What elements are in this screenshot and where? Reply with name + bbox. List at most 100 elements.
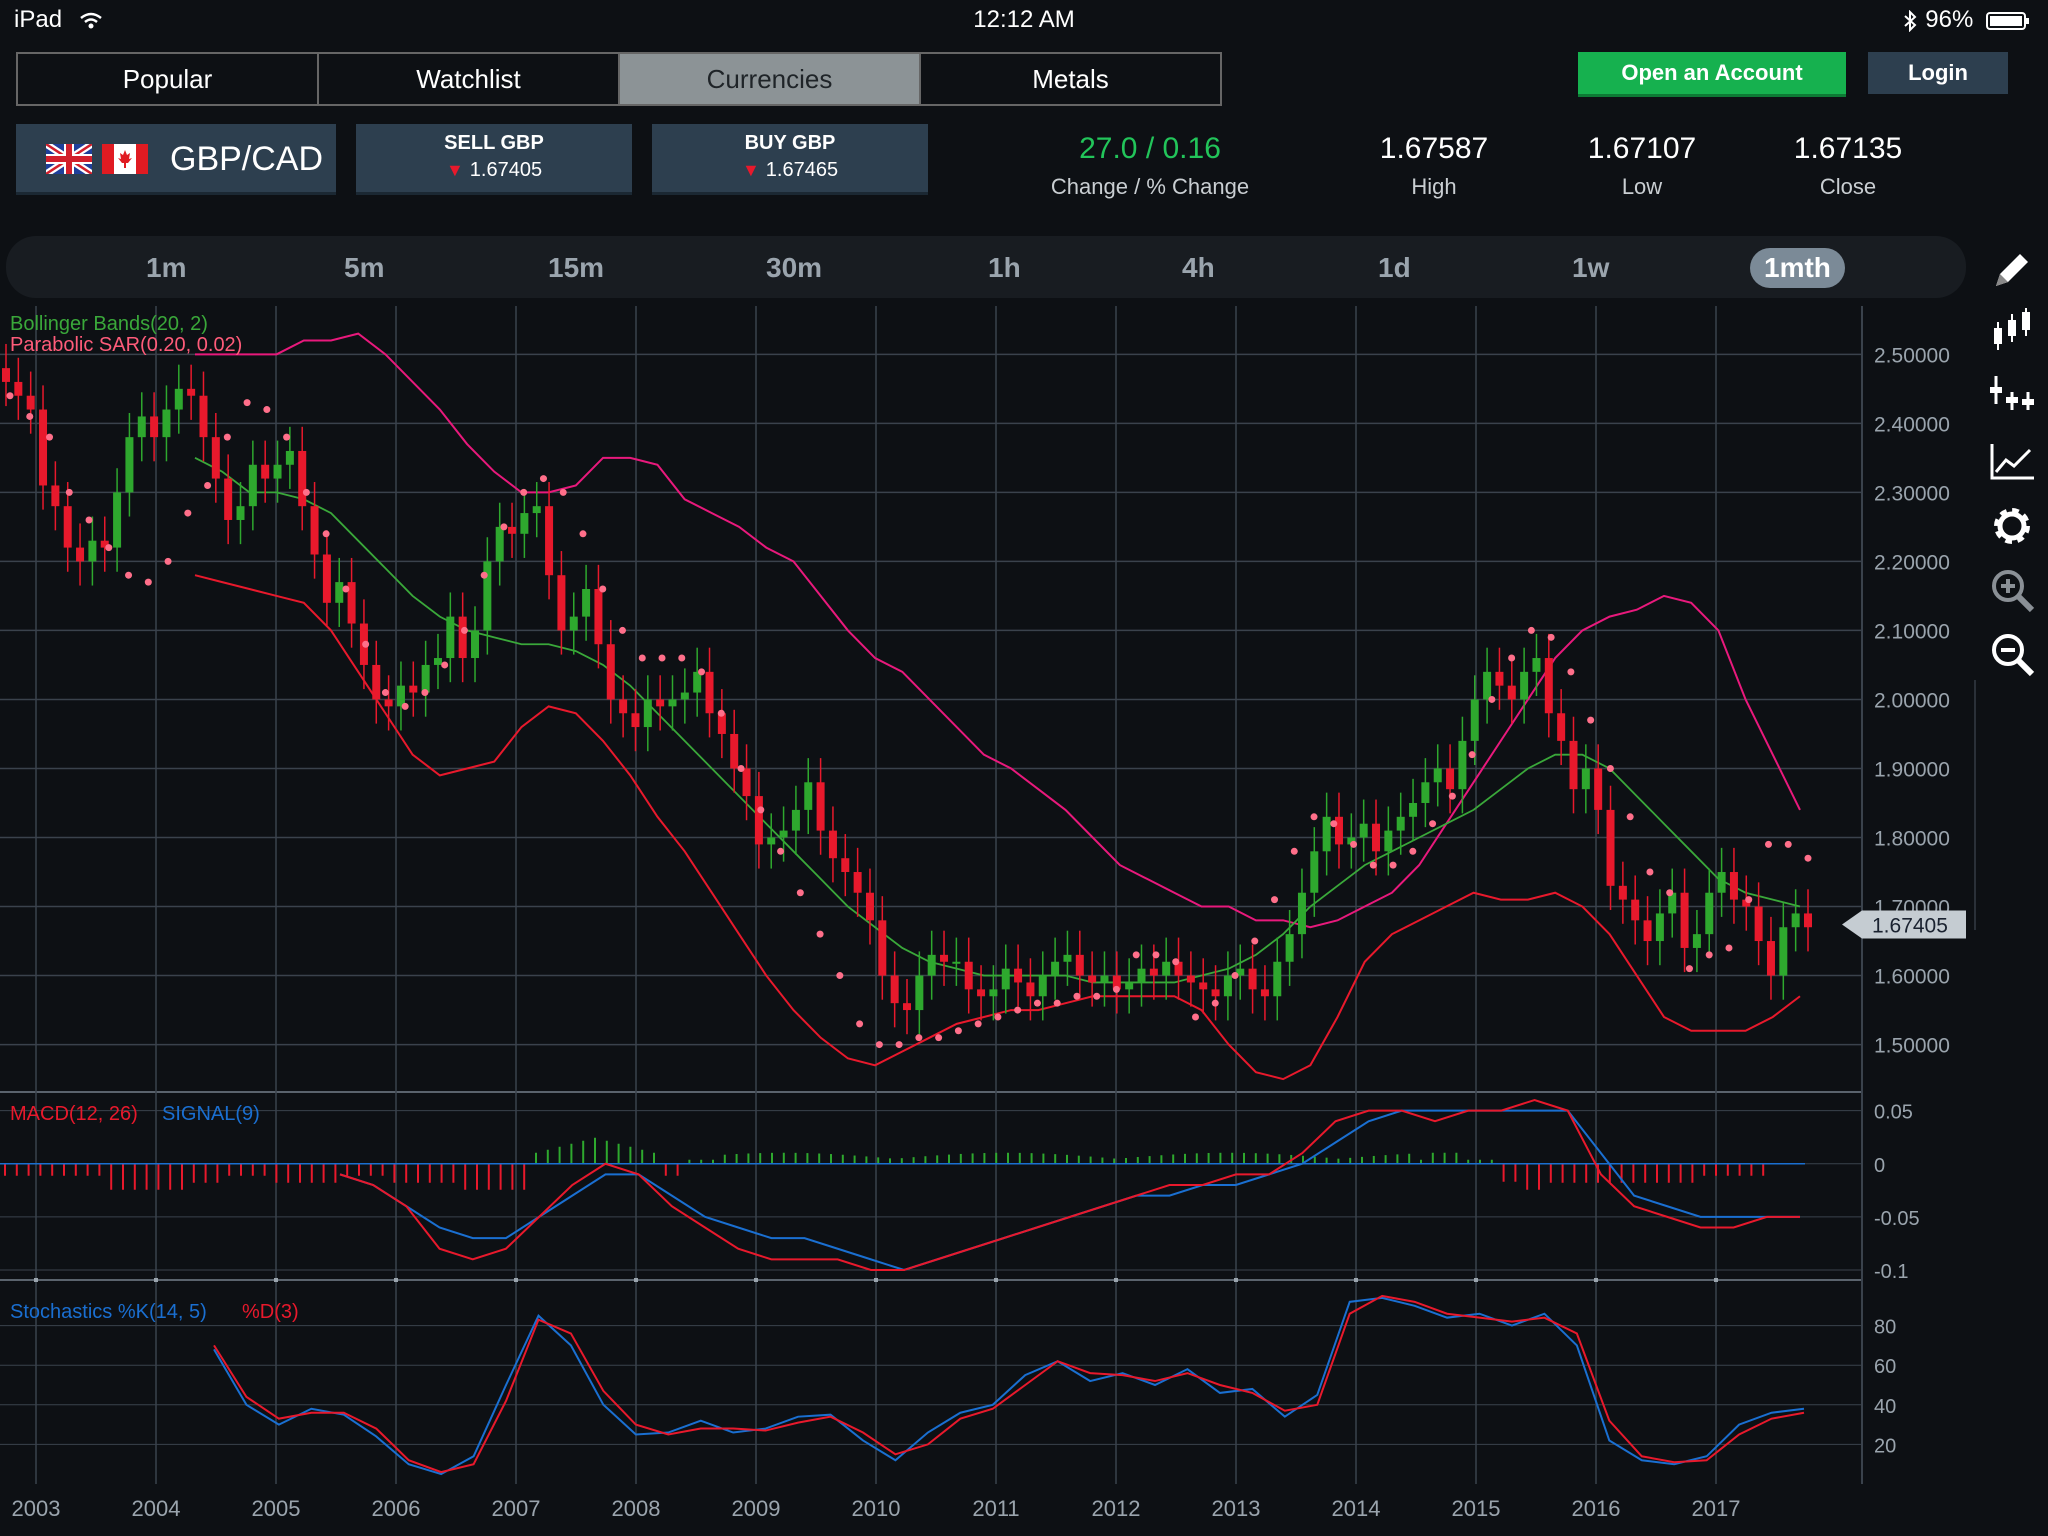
timeframe-15m[interactable]: 15m	[548, 248, 604, 288]
macd-histogram-bar	[428, 1163, 431, 1183]
sar-dot	[263, 406, 271, 414]
sar-dot	[678, 654, 686, 662]
time-marker	[1474, 1278, 1478, 1282]
macd-histogram-bar	[358, 1163, 360, 1176]
candle-body	[1569, 740, 1578, 790]
macd-histogram-bar	[381, 1163, 384, 1176]
timeframe-1d[interactable]: 1d	[1378, 248, 1411, 288]
tab-popular[interactable]: Popular	[18, 54, 319, 104]
buy-button[interactable]: BUY GBP ▼ 1.67465	[652, 124, 928, 195]
sar-dot	[421, 689, 429, 697]
sar-dot	[1468, 751, 1476, 759]
macd-histogram-bar	[629, 1146, 632, 1164]
candle-body	[1766, 941, 1775, 976]
line-chart-icon[interactable]	[1988, 436, 2036, 484]
sar-dot	[302, 488, 310, 496]
zoom-in-icon[interactable]	[1988, 566, 2036, 614]
macd-histogram-bar	[806, 1153, 809, 1164]
macd-histogram-bar	[1160, 1155, 1163, 1164]
change-stat: 27.0 / 0.16 Change / % Change	[1030, 132, 1270, 200]
candle-body	[1137, 968, 1146, 983]
macd-histogram-bar	[1726, 1163, 1729, 1176]
macd-histogram-bar	[1184, 1153, 1186, 1164]
candle-body	[471, 630, 480, 659]
timeframe-1w[interactable]: 1w	[1572, 248, 1609, 288]
macd-histogram-bar	[204, 1163, 207, 1183]
macd-histogram-bar	[157, 1163, 160, 1190]
chart-legends: Bollinger Bands(20, 2) Parabolic SAR(0.2…	[10, 313, 299, 1323]
x-tick-label: 2016	[1572, 1496, 1621, 1521]
macd-histogram-bar	[1703, 1163, 1706, 1176]
candle-body	[1754, 906, 1763, 942]
add-indicator-icon[interactable]	[1988, 370, 2036, 418]
sar-dot	[1725, 944, 1733, 952]
sar-dot	[243, 399, 251, 407]
tab-metals[interactable]: Metals	[921, 54, 1220, 104]
instrument-selector[interactable]: GBP/CAD	[16, 124, 336, 195]
macd-histogram-bar	[1396, 1154, 1399, 1164]
timeframe-5m[interactable]: 5m	[344, 248, 384, 288]
sar-dot	[1014, 1006, 1022, 1014]
candle-body	[1372, 823, 1381, 852]
candle-body	[1396, 816, 1405, 831]
candle-body	[125, 437, 134, 493]
candle-body	[310, 506, 319, 555]
zoom-out-icon[interactable]	[1988, 630, 2036, 678]
tab-watchlist[interactable]: Watchlist	[319, 54, 620, 104]
macd-histogram-bar	[853, 1155, 856, 1164]
macd-tick-label: 0.05	[1874, 1102, 1913, 1124]
timeframe-30m[interactable]: 30m	[766, 248, 822, 288]
sell-button[interactable]: SELL GBP ▼ 1.67405	[356, 124, 632, 195]
candle-body	[520, 513, 529, 534]
candle-body	[372, 664, 381, 700]
candle-body	[137, 416, 146, 438]
gear-icon[interactable]	[1988, 502, 2036, 550]
candle-body	[1162, 961, 1171, 976]
macd-line	[339, 1098, 1800, 1271]
macd-histogram-bar	[169, 1163, 172, 1190]
candle-body	[791, 809, 800, 831]
candle-body	[1544, 658, 1553, 714]
macd-histogram-bar	[110, 1163, 113, 1190]
candle-body	[1026, 982, 1035, 997]
candle-body	[322, 554, 331, 603]
macd-histogram-bar	[487, 1163, 490, 1190]
sar-dot	[1666, 889, 1674, 897]
candle-body	[76, 547, 85, 562]
pencil-icon[interactable]	[1988, 246, 2036, 294]
time-marker	[634, 1278, 638, 1282]
candle-body	[1680, 892, 1689, 948]
macd-histogram-bar	[983, 1153, 986, 1164]
sar-dot	[698, 668, 706, 676]
macd-histogram-bar	[1278, 1154, 1281, 1164]
sar-dot	[1804, 854, 1812, 862]
candlestick-icon[interactable]	[1988, 306, 2036, 354]
timeframe-4h[interactable]: 4h	[1182, 248, 1215, 288]
timeframe-1m[interactable]: 1m	[146, 248, 186, 288]
candle-body	[1557, 713, 1566, 741]
macd-histogram-bar	[1007, 1152, 1009, 1164]
sar-dot	[1567, 668, 1575, 676]
macd-histogram-bar	[1526, 1163, 1529, 1190]
timeframe-1h[interactable]: 1h	[988, 248, 1021, 288]
sar-dot	[1389, 861, 1397, 869]
sar-dot	[381, 689, 389, 697]
macd-histogram-bar	[1113, 1158, 1116, 1164]
candle-body	[1260, 989, 1269, 997]
login-button[interactable]: Login	[1868, 52, 2008, 94]
macd-histogram-bar	[1349, 1157, 1352, 1164]
status-bar: iPad 12:12 AM 96%	[0, 0, 2048, 40]
open-account-button[interactable]: Open an Account	[1578, 52, 1846, 97]
price-chart[interactable]: 2003 2004 2005 2006 2007 2008 2009 2010 2011 2012…	[0, 306, 1968, 1536]
timeframe-1mth[interactable]: 1mth	[1750, 248, 1845, 288]
macd-histogram-bar	[546, 1149, 549, 1164]
candle-body	[1310, 851, 1319, 893]
sar-dot	[974, 1020, 982, 1028]
macd-histogram-bar	[1313, 1156, 1316, 1164]
macd-tick-label: -0.1	[1874, 1261, 1908, 1283]
macd-histogram-bar	[1243, 1152, 1245, 1164]
tab-currencies[interactable]: Currencies	[620, 54, 921, 104]
candle-body	[742, 768, 751, 797]
candle-body	[582, 589, 591, 617]
macd-histogram-bar	[1502, 1163, 1505, 1182]
